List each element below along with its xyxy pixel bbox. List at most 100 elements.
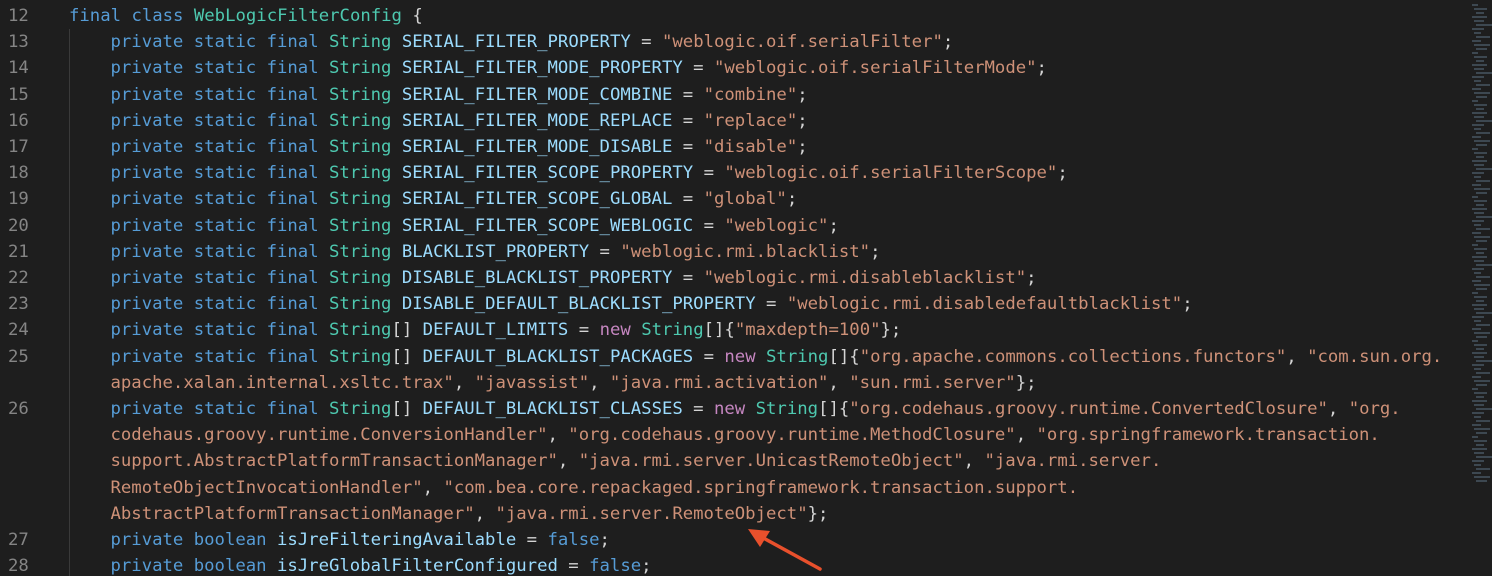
minimap-line	[1474, 80, 1481, 82]
code-line[interactable]: 13 private static final String SERIAL_FIL…	[0, 29, 1460, 56]
minimap-line	[1472, 304, 1487, 306]
code-token: ,	[453, 372, 475, 393]
minimap-line	[1476, 408, 1492, 410]
code-token: static	[193, 399, 267, 419]
code-text: private static final String[] DEFAULT_BL…	[111, 396, 1401, 422]
minimap-line	[1472, 328, 1481, 330]
minimap-line	[1472, 436, 1478, 438]
indent-guide	[69, 238, 70, 265]
minimap-line	[1476, 192, 1487, 194]
code-line[interactable]: 16 private static final String SERIAL_FIL…	[0, 107, 1460, 134]
code-token: "weblogic.oif.serialFilter"	[661, 32, 943, 53]
code-token: String	[329, 163, 402, 184]
code-text: codehaus.groovy.runtime.ConversionHandle…	[111, 422, 1380, 448]
code-line[interactable]: 25 private static final String[] DEFAULT_…	[0, 343, 1460, 370]
code-token: "org.	[1348, 399, 1401, 419]
code-line[interactable]: 12 final class WebLogicFilterConfig {	[0, 3, 1460, 29]
code-token: "combine"	[703, 84, 798, 105]
code-token: isJreFilteringAvailable	[276, 530, 517, 550]
minimap-line	[1472, 376, 1481, 378]
minimap-line	[1472, 112, 1487, 114]
code-line[interactable]: 23 private static final String DISABLE_DE…	[0, 291, 1460, 318]
code-line[interactable]: 15 private static final String SERIAL_FIL…	[0, 81, 1460, 108]
code-token: ,	[589, 372, 610, 393]
minimap-line	[1476, 468, 1490, 470]
minimap-line	[1474, 116, 1484, 118]
code-token: []{	[828, 346, 860, 367]
code-token: String	[755, 399, 819, 419]
code-token: final	[266, 346, 330, 367]
code-token: private	[110, 58, 194, 79]
minimap-line	[1472, 256, 1487, 258]
minimap-line	[1472, 472, 1481, 474]
indent-guide	[69, 474, 70, 501]
minimap-line	[1476, 24, 1492, 26]
code-token: isJreGlobalFilterConfigured	[276, 556, 558, 576]
minimap-line	[1474, 344, 1487, 346]
code-token: };	[807, 503, 829, 524]
minimap-line	[1476, 348, 1484, 350]
code-token: =	[672, 189, 704, 210]
code-line[interactable]: 20 private static final String SERIAL_FIL…	[0, 212, 1460, 239]
minimap-line	[1476, 216, 1492, 218]
code-token: SERIAL_FILTER_MODE_REPLACE	[401, 110, 673, 131]
code-line[interactable]: AbstractPlatformTransactionManager", "ja…	[0, 500, 1460, 527]
code-token: new	[714, 399, 756, 419]
code-line[interactable]: 24 private static final String[] DEFAULT_…	[0, 317, 1460, 344]
line-number: 15	[8, 84, 29, 105]
code-token: =	[672, 110, 704, 131]
code-token: static	[193, 163, 267, 184]
code-token: private	[110, 84, 194, 105]
code-editor[interactable]: 12 final class WebLogicFilterConfig {13 pr…	[0, 0, 1492, 576]
minimap-line	[1476, 288, 1487, 290]
code-token: final	[266, 32, 330, 53]
code-line[interactable]: RemoteObjectInvocationHandler", "com.bea…	[0, 474, 1460, 501]
minimap-line	[1476, 48, 1487, 50]
code-text: private static final String SERIAL_FILTE…	[111, 160, 1068, 186]
minimap-line	[1472, 268, 1484, 270]
minimap-line	[1472, 76, 1484, 78]
minimap-line	[1476, 336, 1487, 338]
minimap-line	[1472, 4, 1478, 6]
minimap-line	[1472, 124, 1484, 126]
code-token: =	[672, 268, 704, 288]
code-text: final class WebLogicFilterConfig {	[69, 3, 423, 29]
minimap-line	[1476, 168, 1492, 170]
minimap-line	[1472, 352, 1487, 354]
minimap-line	[1474, 428, 1490, 430]
minimap-line	[1472, 448, 1487, 450]
minimap-line	[1476, 384, 1487, 386]
code-line[interactable]: codehaus.groovy.runtime.ConversionHandle…	[0, 422, 1460, 449]
code-line[interactable]: 26 private static final String[] DEFAULT_…	[0, 396, 1460, 423]
code-token: String	[766, 346, 829, 367]
minimap-line	[1474, 476, 1490, 478]
minimap-line	[1476, 324, 1490, 326]
code-token: ;	[797, 84, 808, 105]
code-line[interactable]: 21 private static final String BLACKLIST_…	[0, 238, 1460, 265]
code-token: ;	[786, 189, 798, 210]
indent-guide	[69, 553, 70, 576]
code-line[interactable]: 22 private static final String DISABLE_BL…	[0, 265, 1460, 292]
code-token: final	[266, 163, 330, 184]
code-token: };	[880, 320, 902, 341]
minimap-line	[1472, 184, 1481, 186]
code-line[interactable]: 27 private boolean isJreFilteringAvailabl…	[0, 527, 1460, 554]
line-number: 27	[8, 530, 29, 550]
code-token: =	[568, 320, 600, 341]
code-token: support.AbstractPlatformTransactionManag…	[110, 451, 558, 472]
code-line[interactable]: 14 private static final String SERIAL_FIL…	[0, 55, 1460, 82]
code-text: support.AbstractPlatformTransactionManag…	[111, 448, 1162, 474]
minimap-line	[1474, 32, 1481, 34]
code-line[interactable]: support.AbstractPlatformTransactionManag…	[0, 448, 1460, 475]
code-line[interactable]: apache.xalan.internal.xsltc.trax", "java…	[0, 369, 1460, 396]
line-number: 12	[8, 6, 29, 26]
code-line[interactable]: 17 private static final String SERIAL_FIL…	[0, 134, 1460, 161]
code-token: String	[329, 32, 402, 53]
code-line[interactable]: 19 private static final String SERIAL_FIL…	[0, 186, 1460, 213]
minimap-line	[1472, 136, 1481, 138]
minimap[interactable]	[1466, 0, 1492, 576]
code-token: new	[724, 346, 767, 367]
code-token: ;	[1182, 294, 1193, 315]
code-line[interactable]: 28 private boolean isJreGlobalFilterConfi…	[0, 553, 1460, 576]
code-line[interactable]: 18 private static final String SERIAL_FIL…	[0, 160, 1460, 187]
